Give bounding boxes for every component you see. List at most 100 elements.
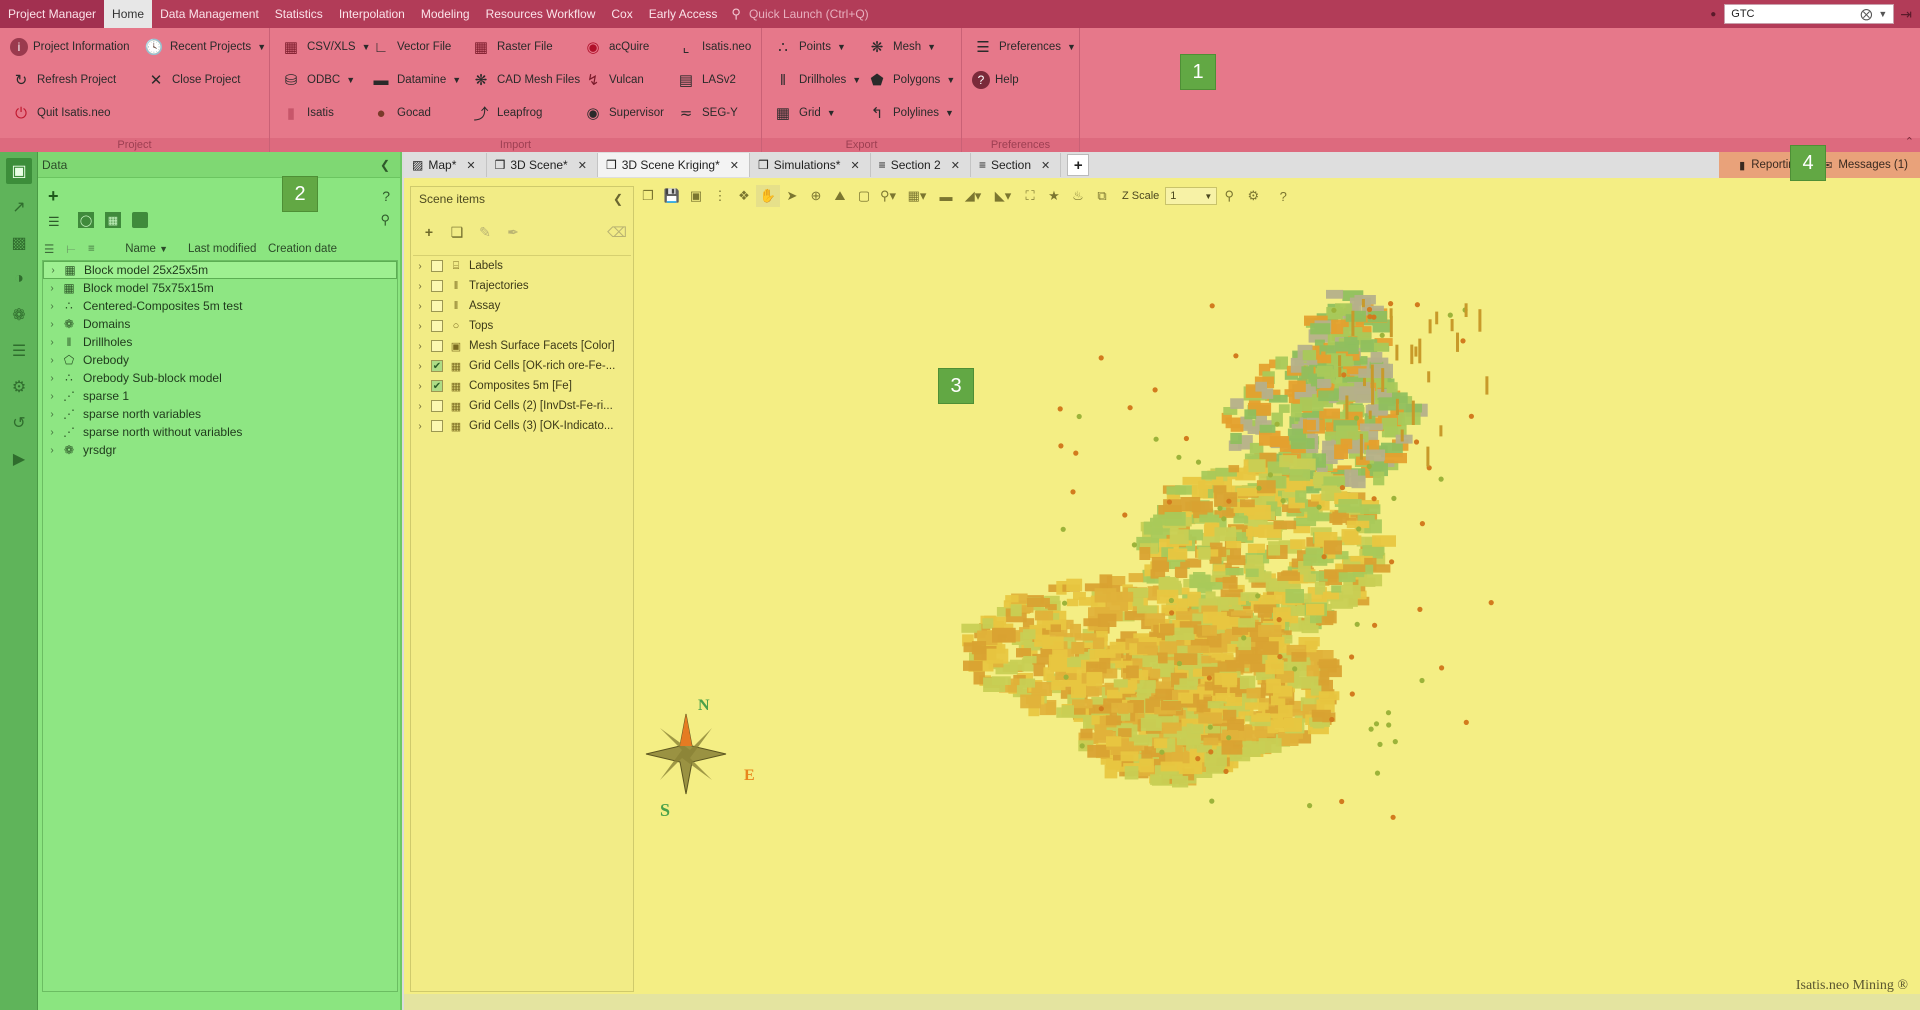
menu-modeling[interactable]: Modeling [413, 0, 478, 28]
edit-icon[interactable]: ✎ [471, 224, 499, 241]
light-icon[interactable]: ★ [1042, 185, 1066, 207]
bulb-icon[interactable]: ⚲ [1217, 185, 1241, 207]
expand-arrow-icon[interactable]: › [43, 355, 61, 366]
acquire-button[interactable]: ◉ acQuire [582, 35, 649, 59]
data-tree-item[interactable]: › ❁ yrsdgr [43, 441, 397, 459]
expand-arrow-icon[interactable]: › [413, 401, 427, 412]
data-tree-item[interactable]: › ⋰ sparse north variables [43, 405, 397, 423]
clip-icon[interactable]: ▬ [934, 185, 958, 207]
export-polygons-button[interactable]: ⬟ Polygons ▼ [866, 68, 955, 92]
list-icon[interactable]: ☰ [6, 338, 32, 364]
close-tab-icon[interactable]: ✕ [1041, 159, 1050, 172]
chart-icon[interactable]: ▩ [6, 230, 32, 256]
close-tab-icon[interactable]: ✕ [951, 159, 960, 172]
visibility-checkbox[interactable] [431, 420, 443, 432]
expand-arrow-icon[interactable]: › [413, 341, 427, 352]
visibility-checkbox[interactable] [431, 320, 443, 332]
variography-icon[interactable]: ◑ [6, 266, 32, 292]
data-tree-item[interactable]: › ∴ Centered-Composites 5m test [43, 297, 397, 315]
vulcan-button[interactable]: ↯ Vulcan [582, 68, 644, 92]
expand-arrow-icon[interactable]: › [43, 373, 61, 384]
expand-arrow-icon[interactable]: › [413, 301, 427, 312]
csv-xls-button[interactable]: ▦ CSV/XLS ▼ [280, 35, 371, 59]
expand-arrow-icon[interactable]: › [44, 265, 62, 276]
scene-item[interactable]: › ▦ Grid Cells (2) [InvDst-Fe-ri... [413, 396, 631, 416]
visibility-checkbox[interactable] [431, 260, 443, 272]
fullscreen-icon[interactable]: ⛶ [1018, 185, 1042, 207]
quick-launch[interactable]: ⚲ Quick Launch (Ctrl+Q) [731, 6, 1251, 22]
view-thumbnail-icon[interactable] [132, 212, 148, 228]
z-scale-input[interactable]: 1 ▼ [1165, 187, 1218, 205]
data-tree-item[interactable]: › ∴ Orebody Sub-block model [43, 369, 397, 387]
raster-file-button[interactable]: ▦ Raster File [470, 35, 553, 59]
close-tab-icon[interactable]: ✕ [850, 159, 859, 172]
target-icon[interactable]: ⊕ [804, 185, 828, 207]
export-image-icon[interactable]: ▣ [684, 185, 708, 207]
vector-file-button[interactable]: ∟ Vector File [370, 35, 452, 59]
expand-arrow-icon[interactable]: › [43, 427, 61, 438]
help-button[interactable]: ? Help [972, 68, 1019, 92]
add-tab-button[interactable]: + [1067, 154, 1090, 176]
column-creation-date[interactable]: Creation date [268, 243, 337, 255]
menu-project-manager[interactable]: Project Manager [0, 0, 105, 28]
play-icon[interactable]: ▶ [6, 446, 32, 472]
pointer-icon[interactable]: ➤ [780, 185, 804, 207]
slice2-icon[interactable]: ◣▾ [988, 185, 1018, 207]
data-tree-item[interactable]: › ⬠ Orebody [43, 351, 397, 369]
export-grid-button[interactable]: ▦ Grid ▼ [772, 101, 836, 125]
visibility-checkbox[interactable] [431, 300, 443, 312]
user-field[interactable]: GTC ⨂ ▼ [1724, 4, 1895, 24]
view-list-icon[interactable]: ☰ [48, 214, 60, 230]
preferences-button[interactable]: ☰ Preferences ▼ [972, 35, 1076, 59]
expand-arrow-icon[interactable]: › [413, 361, 427, 372]
expand-arrow-icon[interactable]: › [43, 445, 61, 456]
close-tab-icon[interactable]: ✕ [466, 159, 475, 172]
new-view-icon[interactable]: ❐ [636, 185, 660, 207]
vertical-axis-icon[interactable]: ⋮ [708, 185, 732, 207]
data-explorer-icon[interactable]: ▣ [6, 158, 32, 184]
terrain-icon[interactable]: ⛰ [828, 185, 852, 207]
export-drillholes-button[interactable]: ‖ Drillholes ▼ [772, 68, 861, 92]
scene-item[interactable]: › ○ Tops [413, 316, 631, 336]
measure-icon[interactable]: ⧉ [1090, 185, 1114, 207]
data-tree-item[interactable]: › ⋰ sparse north without variables [43, 423, 397, 441]
data-tree-item[interactable]: › ⋰ sparse 1 [43, 387, 397, 405]
3d-viewport[interactable]: N S E W [636, 212, 1916, 992]
project-information-button[interactable]: i Project Information [10, 35, 130, 59]
collapse-panel-icon[interactable]: ❮ [613, 187, 623, 211]
data-tree-item[interactable]: › ❁ Domains [43, 315, 397, 333]
leapfrog-button[interactable]: ⤴ Leapfrog [470, 101, 542, 125]
collapse-ribbon-icon[interactable]: ⌃ [1905, 135, 1914, 148]
data-tree-item[interactable]: › ‖ Drillholes [43, 333, 397, 351]
menu-statistics[interactable]: Statistics [267, 0, 331, 28]
segy-button[interactable]: ≂ SEG-Y [675, 101, 738, 125]
view-tree-icon[interactable]: ◯ [78, 212, 94, 228]
filter-icon[interactable]: ▼ [159, 244, 168, 254]
add-group-icon[interactable]: ❏ [443, 224, 471, 241]
visibility-checkbox[interactable]: ✔ [431, 380, 443, 392]
supervisor-button[interactable]: ◉ Supervisor [582, 101, 664, 125]
expand-arrow-icon[interactable]: › [43, 319, 61, 330]
chevron-down-icon[interactable]: ▼ [1878, 9, 1887, 19]
scene-item[interactable]: › ⌸ Labels [413, 256, 631, 276]
scene-item[interactable]: › ▦ Grid Cells (3) [OK-Indicato... [413, 416, 631, 436]
scene-item[interactable]: › ‖ Assay [413, 296, 631, 316]
help-icon[interactable]: ? [1271, 185, 1295, 207]
tab-3d-scene-kriging[interactable]: ❒ 3D Scene Kriging* ✕ [597, 153, 750, 177]
isatis-neo-button[interactable]: ⌞ Isatis.neo [675, 35, 751, 59]
expand-arrow-icon[interactable]: › [413, 321, 427, 332]
chevron-down-icon[interactable]: ▼ [1204, 192, 1212, 201]
lasv2-button[interactable]: ▤ LASv2 [675, 68, 736, 92]
modeling-icon[interactable]: ❁ [6, 302, 32, 328]
tab-section[interactable]: ≡ Section ✕ [971, 153, 1062, 177]
clear-icon[interactable]: ⨂ [1860, 7, 1872, 21]
history-icon[interactable]: ↺ [6, 410, 32, 436]
collapse-panel-icon[interactable]: ❮ [380, 152, 390, 178]
visibility-checkbox[interactable] [431, 400, 443, 412]
refresh-project-button[interactable]: ↻ Refresh Project [10, 68, 117, 92]
expand-all-icon[interactable]: ≡ [88, 243, 110, 255]
export-polylines-button[interactable]: ↰ Polylines ▼ [866, 101, 954, 125]
visibility-checkbox[interactable] [431, 340, 443, 352]
data-tree-item[interactable]: › ▦ Block model 75x75x15m [43, 279, 397, 297]
expand-arrow-icon[interactable]: › [413, 381, 427, 392]
